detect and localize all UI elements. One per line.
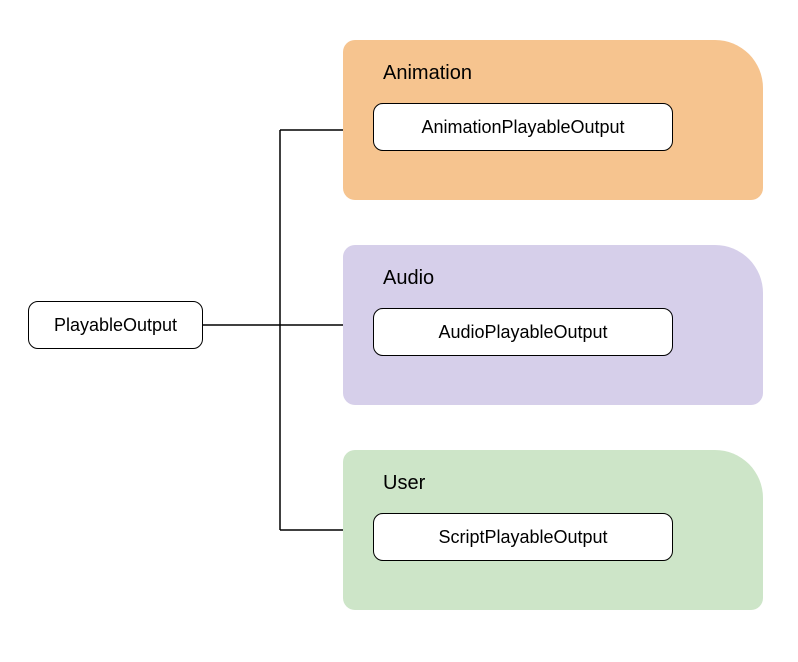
child-node-script-playable-output: ScriptPlayableOutput bbox=[373, 513, 673, 561]
child-node-audio-playable-output: AudioPlayableOutput bbox=[373, 308, 673, 356]
category-user: User ScriptPlayableOutput bbox=[343, 450, 763, 610]
root-node-playable-output: PlayableOutput bbox=[28, 301, 203, 349]
category-audio: Audio AudioPlayableOutput bbox=[343, 245, 763, 405]
category-animation: Animation AnimationPlayableOutput bbox=[343, 40, 763, 200]
child-node-label: AudioPlayableOutput bbox=[438, 322, 607, 343]
child-node-label: ScriptPlayableOutput bbox=[438, 527, 607, 548]
child-node-animation-playable-output: AnimationPlayableOutput bbox=[373, 103, 673, 151]
category-title-user: User bbox=[383, 472, 733, 495]
root-node-label: PlayableOutput bbox=[54, 315, 177, 336]
category-title-animation: Animation bbox=[383, 62, 733, 85]
category-title-audio: Audio bbox=[383, 267, 733, 290]
child-node-label: AnimationPlayableOutput bbox=[421, 117, 624, 138]
